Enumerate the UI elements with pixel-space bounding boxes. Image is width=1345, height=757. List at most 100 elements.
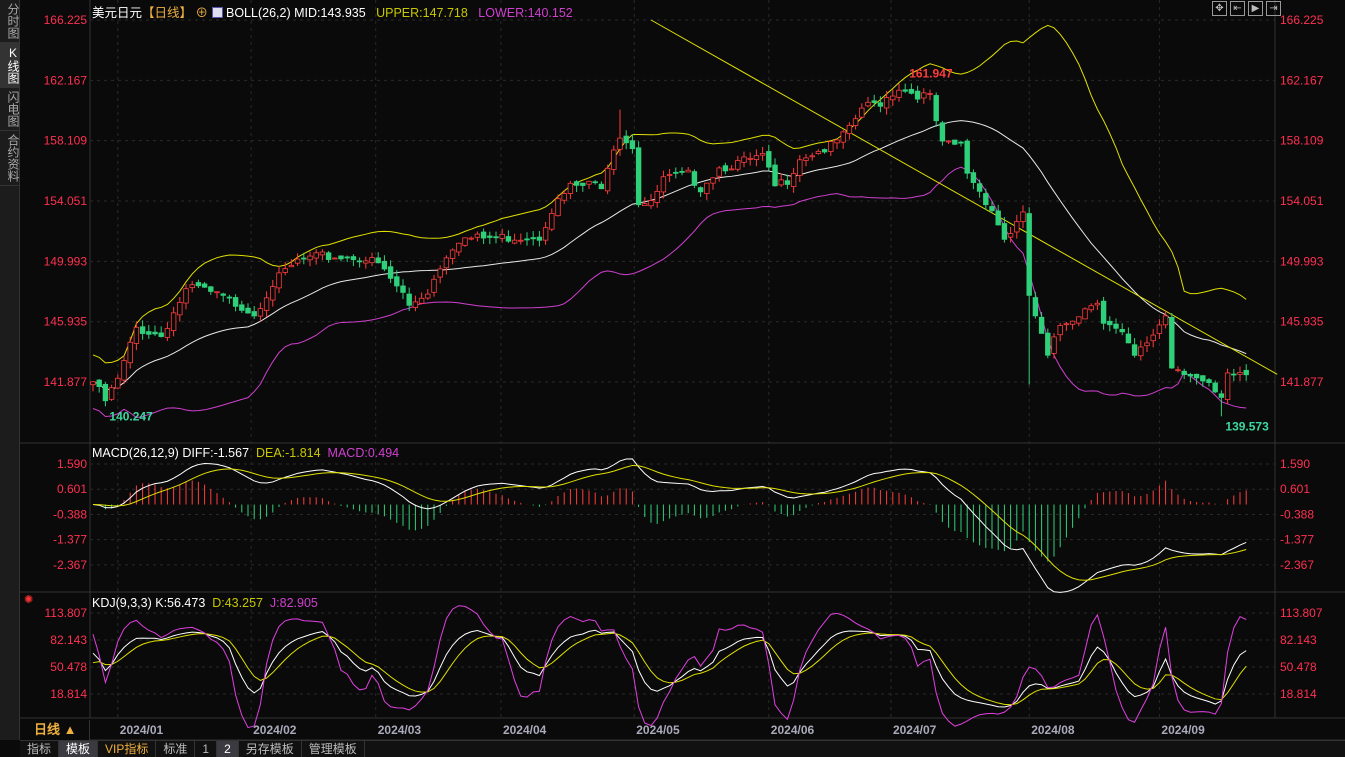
candle-body [1107,320,1113,326]
candle-body [1206,379,1212,383]
chart-background [20,0,1345,740]
tab-templates[interactable]: 模板 [59,741,99,757]
indicator-chart-icon[interactable] [211,7,223,18]
tab-standard[interactable]: 标准 [156,741,196,757]
macd-tick-label-right: -2.367 [1280,558,1314,572]
candle-body [846,124,853,135]
candle-body [1218,393,1225,398]
boll-lower: LOWER:140.152 [478,6,573,20]
candle-body [1113,323,1119,329]
macd-tick-label-left: -2.367 [53,558,87,572]
candle-body [747,157,753,160]
chart-toolbar: ✥ ⇤ ▶ ⇥ [1212,1,1281,16]
candle-body [1125,333,1132,344]
price-tick-label-left: 145.935 [44,315,88,329]
candle-body [431,278,437,293]
price-tick-label-right: 158.109 [1280,134,1324,148]
candle-body [753,155,760,160]
candle-body [592,181,598,184]
tab-manage-templates[interactable]: 管理模板 [302,741,365,757]
candle-body [499,233,505,239]
month-label: 2024/08 [1031,723,1075,737]
crosshair-icon[interactable]: ⊕ [196,6,209,20]
candle-body [1181,370,1187,375]
candle-body [1057,325,1063,336]
candle-body [840,131,846,143]
candle-body [177,301,183,316]
candle-body [728,168,735,171]
macd-diff: DIFF:-1.567 [182,446,250,460]
kline-chart[interactable]: 166.225 166.225 162.167 162.167 158.109 158.1… [0,0,1345,740]
candle-body [1045,332,1051,356]
tab-page-2[interactable]: 2 [217,741,239,757]
kdj-tick-label-left: 50.478 [50,660,87,674]
candle-body [449,249,456,259]
candle-body [927,93,933,95]
candle-body [629,140,636,150]
price-tick-label-left: 154.051 [44,194,88,208]
tab-page-1[interactable]: 1 [195,741,218,757]
candle-body [313,252,319,259]
candle-body [710,177,716,184]
candle-body [412,301,419,308]
macd-tick-label-left: -1.377 [53,533,87,547]
period-selector[interactable]: 日线 ▲ [20,720,90,740]
exit-icon[interactable]: ⇥ [1266,1,1281,16]
candle-body [214,291,220,294]
candle-body [1088,305,1094,311]
month-label: 2024/09 [1161,723,1205,737]
candle-body [964,140,970,174]
price-tick-label-left: 149.993 [44,254,88,268]
macd-tick-label-right: -1.377 [1280,533,1314,547]
candle-body [369,257,375,264]
kdj-settings-icon[interactable]: ✺ [24,593,33,606]
candle-body [852,118,859,126]
candle-body [1063,323,1070,326]
candle-body [1119,328,1125,333]
candle-body [1026,213,1032,296]
candle-body [654,190,660,203]
zoom-left-icon[interactable]: ⇤ [1230,1,1245,16]
price-tick-label-right: 149.993 [1280,254,1324,268]
candle-body [301,257,307,260]
candle-body [418,297,425,304]
candle-body [493,236,499,239]
price-tick-label-left: 158.109 [44,134,88,148]
macd-tick-label-left: -0.388 [53,507,87,521]
candle-body [232,297,239,307]
candle-body [325,252,332,260]
candle-body [933,95,939,122]
candle [1224,368,1231,404]
play-icon[interactable]: ▶ [1248,1,1263,16]
kdj-header: KDJ(9,3,3) K:56.473 D:43.257 J:82.905 [92,596,318,610]
macd-tick-label-right: -0.388 [1280,507,1314,521]
candle-body [1144,342,1150,347]
candle-body [338,255,344,260]
candle-body [834,139,840,144]
candle [1082,307,1088,320]
candle-body [784,180,791,185]
candle-body [1169,316,1175,369]
candle-body [226,296,233,299]
candle-body [524,238,530,241]
candle-body [896,89,902,98]
candle-body [183,288,189,304]
candle-body [549,213,555,230]
candle-body [685,169,691,173]
candle-body [679,170,685,173]
price-tick-label-left: 162.167 [44,73,88,87]
candle-body [542,227,549,241]
tab-save-template[interactable]: 另存模板 [239,741,302,757]
candle-body [648,200,654,207]
candle-body [350,256,357,261]
candle-body [1038,316,1045,334]
price-tick-label-left: 141.877 [44,375,88,389]
candle-body [573,181,580,186]
candle-body [121,360,127,381]
period-tag: 【日线】 [142,6,193,20]
crosshair-move-icon[interactable]: ✥ [1212,1,1227,16]
candle-body [989,206,995,212]
candle [462,237,468,247]
tab-indicators[interactable]: 指标 [20,741,60,757]
tab-vip-indicators[interactable]: VIP指标 [98,741,157,757]
